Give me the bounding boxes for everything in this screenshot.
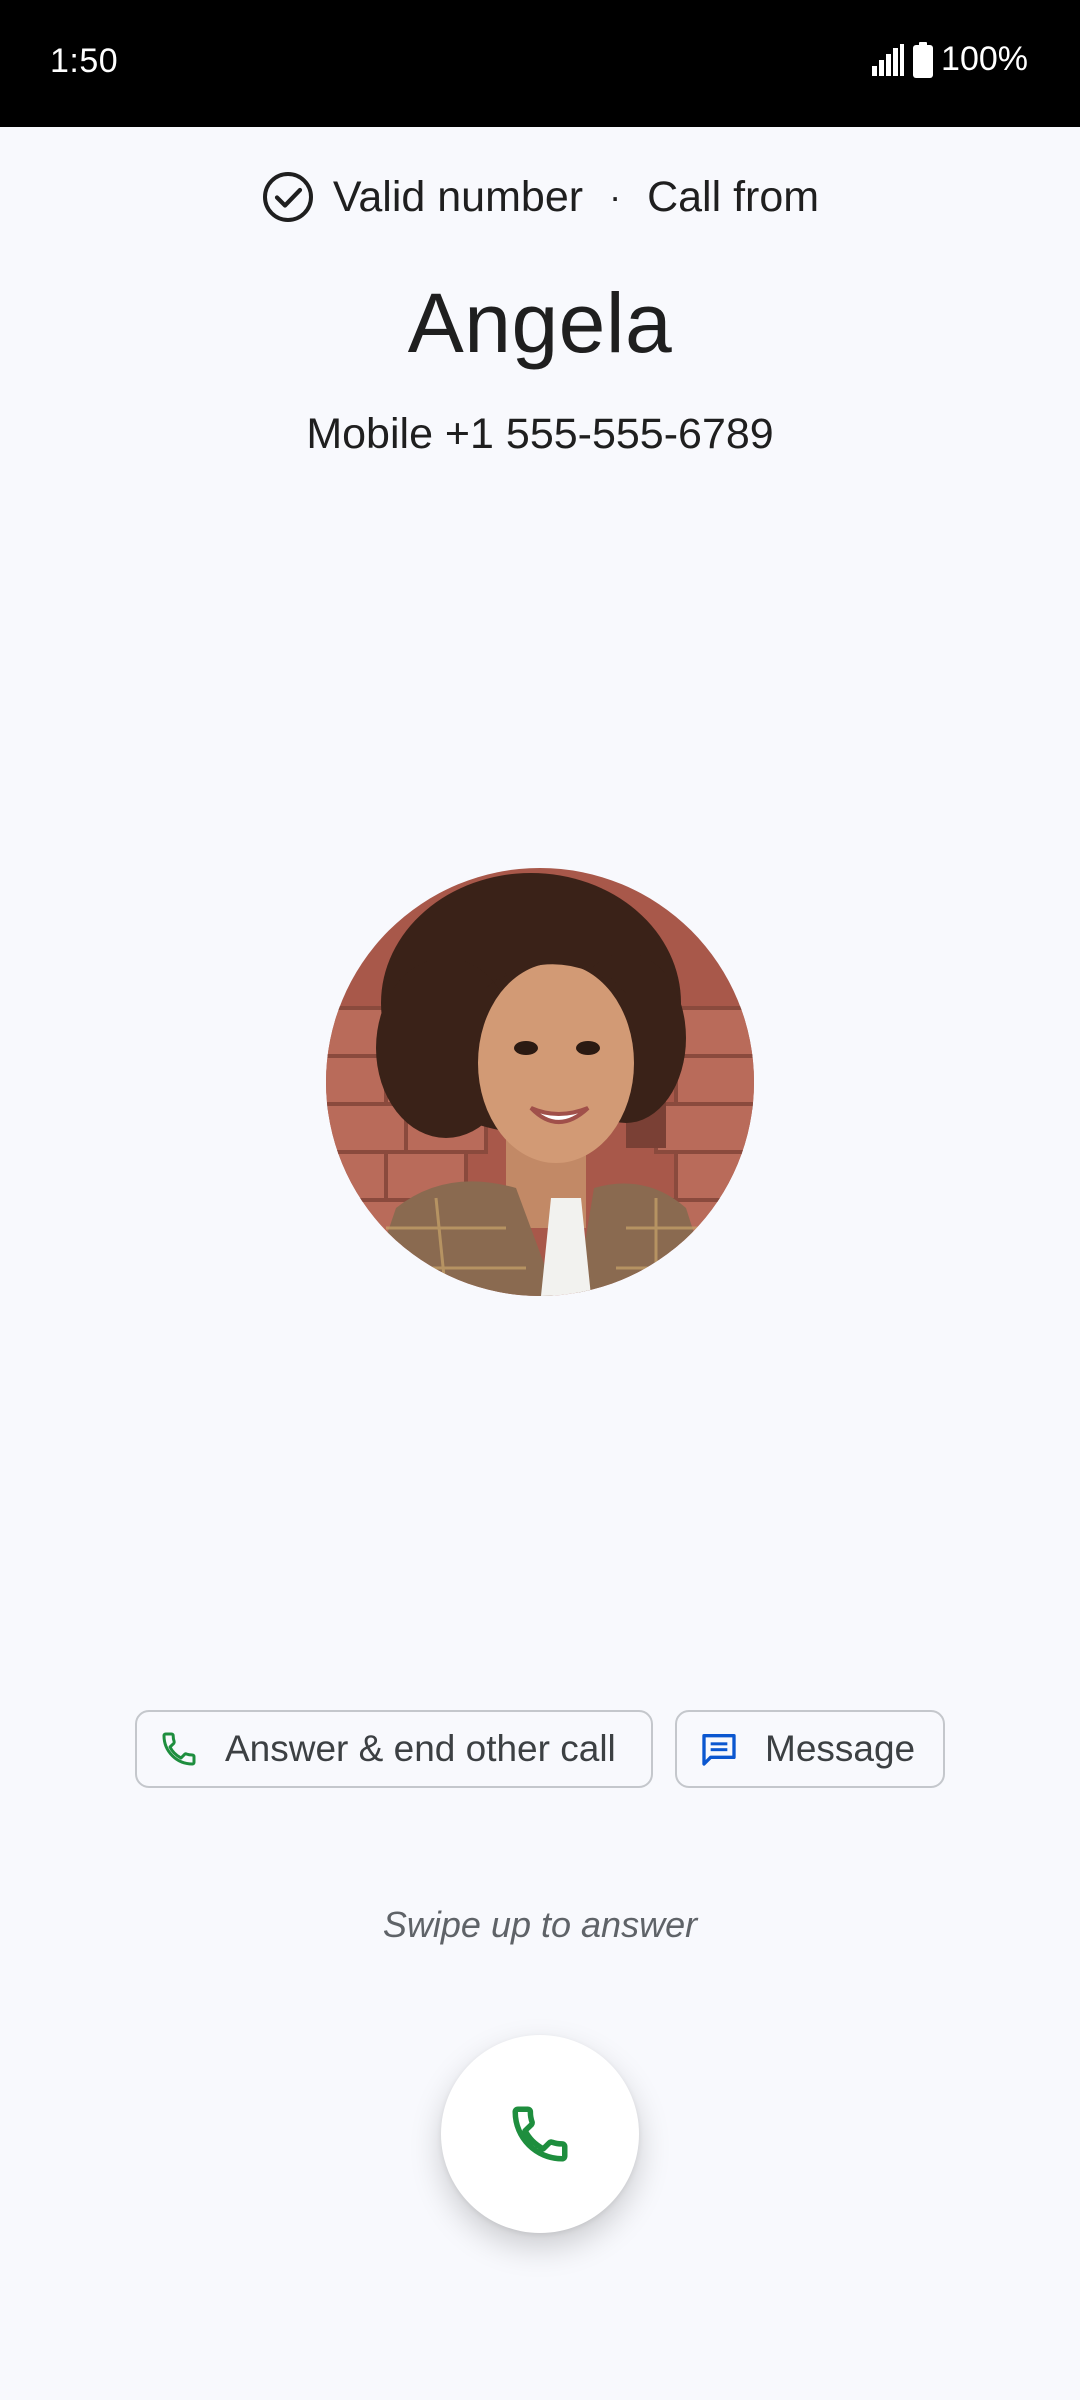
answer-and-end-button[interactable]: Answer & end other call [135, 1710, 653, 1788]
message-label: Message [765, 1728, 916, 1769]
phone-icon [159, 1729, 225, 1769]
caller-header: Valid number · Call from [0, 170, 1080, 224]
call-from-label: Call from [647, 172, 820, 221]
answer-call-button[interactable] [441, 2035, 639, 2233]
caller-number: Mobile +1 555-555-6789 [306, 410, 774, 458]
status-bar: 1:50 100% [0, 0, 1080, 127]
signal-icon [871, 43, 905, 76]
status-time: 1:50 [50, 42, 119, 80]
verification-label: Valid number [332, 172, 584, 221]
answer-and-end-label: Answer & end other call [225, 1728, 616, 1769]
message-button[interactable]: Message [675, 1710, 945, 1788]
caller-name: Angela [407, 276, 673, 370]
message-icon [699, 1729, 765, 1769]
battery-icon [913, 41, 934, 78]
status-icons: 100% [871, 40, 1028, 79]
avatar [326, 868, 754, 1296]
swipe-hint: Swipe up to answer [382, 1904, 698, 1945]
header-separator: · [609, 176, 622, 217]
battery-percent: 100% [941, 40, 1028, 78]
phone-icon [507, 2101, 573, 2167]
check-circle-icon [261, 170, 333, 224]
